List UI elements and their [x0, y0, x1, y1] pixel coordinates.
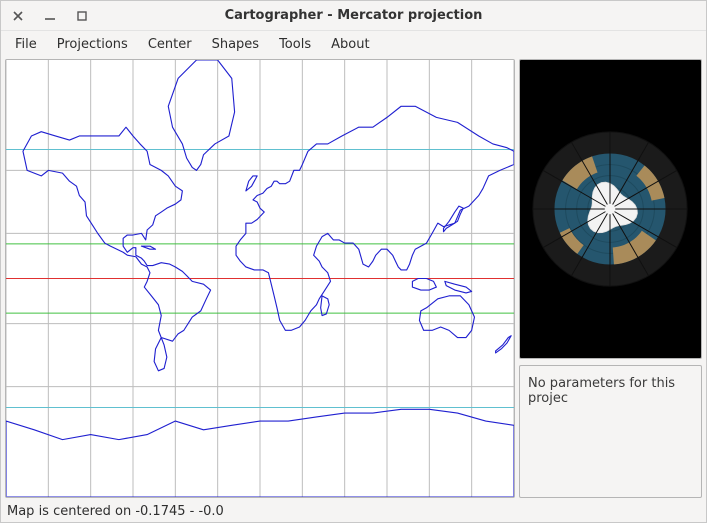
status-text: Map is centered on -0.1745 - -0.0 [7, 504, 224, 519]
app-window: Cartographer - Mercator projection File … [0, 0, 707, 523]
menu-shapes[interactable]: Shapes [202, 33, 269, 56]
window-controls [9, 7, 91, 25]
close-icon[interactable] [9, 7, 27, 25]
menu-center[interactable]: Center [138, 33, 202, 56]
menu-bar: File Projections Center Shapes Tools Abo… [1, 31, 706, 57]
content-area: No parameters for this projec [1, 57, 706, 500]
window-title: Cartographer - Mercator projection [1, 8, 706, 23]
parameters-text: No parameters for this projec [528, 376, 675, 406]
parameters-panel: No parameters for this projec [519, 365, 702, 498]
menu-projections[interactable]: Projections [47, 33, 138, 56]
mercator-map [6, 60, 514, 497]
map-canvas[interactable] [5, 59, 515, 498]
menu-file[interactable]: File [5, 33, 47, 56]
minimize-icon[interactable] [41, 7, 59, 25]
side-column: No parameters for this projec [519, 59, 702, 498]
azimuthal-preview [520, 60, 701, 358]
status-bar: Map is centered on -0.1745 - -0.0 [1, 500, 706, 522]
menu-about[interactable]: About [321, 33, 379, 56]
maximize-icon[interactable] [73, 7, 91, 25]
title-bar: Cartographer - Mercator projection [1, 1, 706, 31]
menu-tools[interactable]: Tools [269, 33, 321, 56]
preview-globe[interactable] [519, 59, 702, 359]
